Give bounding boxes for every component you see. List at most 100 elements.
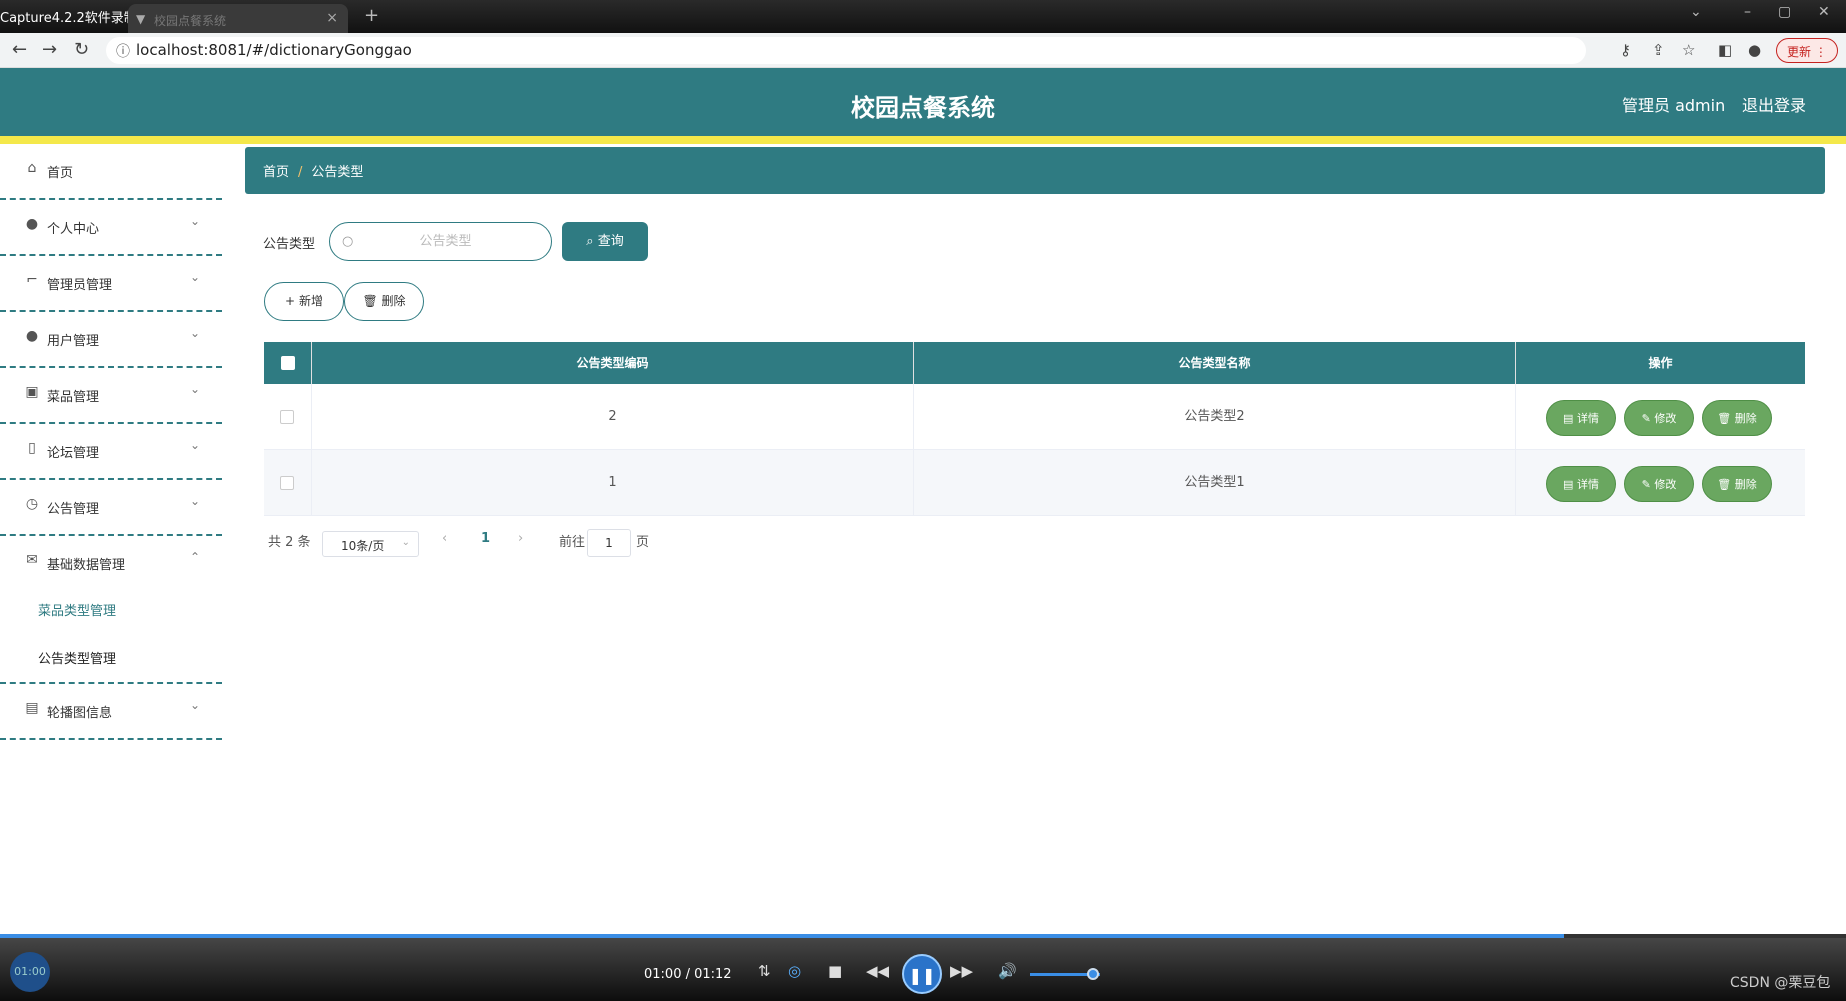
detail-label: 详情 <box>1576 412 1599 425</box>
stop-icon[interactable]: ■ <box>828 962 842 980</box>
sidebar-item-label: 轮播图信息 <box>47 706 113 721</box>
sidebar: ⌂ 首页 ● 个人中心 ⌄ ⌐ 管理员管理 ⌄ ● 用户管理 ⌄ ▣ 菜品管理 … <box>0 144 222 934</box>
time-bubble: 01:00 <box>10 952 50 992</box>
goto-page-input[interactable]: 1 <box>587 529 631 557</box>
delete-label: 删除 <box>1734 478 1757 491</box>
sidebar-item-home[interactable]: ⌂ 首页 <box>0 144 222 200</box>
browser-tabbar: Capture4.2.2软件录制 ▼ 校园点餐系统 × + ⌄ – ▢ ✕ <box>0 0 1846 33</box>
star-icon[interactable]: ☆ <box>1682 41 1695 59</box>
sidebar-item-personal[interactable]: ● 个人中心 ⌄ <box>0 200 222 256</box>
volume-icon[interactable]: 🔊 <box>998 962 1017 980</box>
sidebar-item-dishes[interactable]: ▣ 菜品管理 ⌄ <box>0 368 222 424</box>
column-header-name[interactable]: 公告类型名称 <box>914 342 1516 384</box>
cell-code: 1 <box>312 450 914 516</box>
pencil-icon: ✎ <box>1641 478 1651 491</box>
cell-name: 公告类型2 <box>914 384 1516 450</box>
forward-icon[interactable]: → <box>42 39 57 60</box>
home-icon: ⌂ <box>27 160 37 176</box>
tab-close-icon[interactable]: × <box>326 10 338 26</box>
page-number-current[interactable]: 1 <box>481 531 490 546</box>
column-header-code[interactable]: 公告类型编码 <box>312 342 914 384</box>
select-all-checkbox[interactable] <box>281 356 295 370</box>
update-button[interactable]: 更新 ⋮ <box>1776 38 1838 63</box>
sidebar-item-carousel[interactable]: ▤ 轮播图信息 ⌄ <box>0 684 222 740</box>
edit-button[interactable]: ✎ 修改 <box>1624 466 1694 502</box>
goto-suffix: 页 <box>636 535 650 550</box>
fast-forward-icon[interactable]: ▶▶ <box>950 962 973 980</box>
delete-label: 删除 <box>381 294 406 308</box>
sidebar-item-label: 个人中心 <box>47 222 100 237</box>
user-icon: ● <box>25 328 39 344</box>
search-input[interactable]: ○ 公告类型 <box>329 222 552 261</box>
browser-tab[interactable]: ▼ 校园点餐系统 × <box>128 4 348 33</box>
submenu-dish-types[interactable]: 菜品类型管理 <box>38 600 116 619</box>
breadcrumb-separator: / <box>298 165 303 180</box>
sidebar-item-label: 基础数据管理 <box>47 558 126 573</box>
share-icon[interactable]: ⇪ <box>1652 41 1665 59</box>
site-info-icon[interactable]: ⓘ <box>116 41 130 61</box>
url-field[interactable]: ⓘ localhost:8081/#/dictionaryGonggao <box>106 37 1586 64</box>
pause-icon[interactable]: ❚❚ <box>902 954 942 994</box>
volume-knob[interactable] <box>1087 968 1099 980</box>
chevron-down-icon: ⌄ <box>189 214 200 228</box>
submenu-notice-types[interactable]: 公告类型管理 <box>38 648 116 667</box>
sidepanel-icon[interactable]: ◧ <box>1718 41 1732 59</box>
document-icon: ▤ <box>1563 412 1574 425</box>
plus-icon: + <box>285 294 296 308</box>
sidebar-item-users[interactable]: ● 用户管理 ⌄ <box>0 312 222 368</box>
reload-icon[interactable]: ↻ <box>74 39 89 60</box>
chevron-down-icon[interactable]: ⌄ <box>1690 4 1702 20</box>
row-checkbox[interactable] <box>280 410 294 424</box>
loop-icon[interactable]: ◎ <box>788 962 801 980</box>
user-icon: ● <box>25 216 39 232</box>
key-icon[interactable]: ⚷ <box>1620 41 1631 59</box>
goto-prefix: 前往 <box>559 535 586 550</box>
sidebar-item-forum[interactable]: ▯ 论坛管理 ⌄ <box>0 424 222 480</box>
detail-button[interactable]: ▤ 详情 <box>1546 466 1616 502</box>
sidebar-item-label: 公告管理 <box>47 502 100 517</box>
table-header: 公告类型编码 公告类型名称 操作 <box>264 342 1805 384</box>
new-tab-icon[interactable]: + <box>364 5 379 26</box>
logout-link[interactable]: 退出登录 <box>1742 92 1806 116</box>
watermark: CSDN @栗豆包 <box>1730 975 1831 991</box>
sidebar-item-notices[interactable]: ◷ 公告管理 ⌄ <box>0 480 222 536</box>
edit-button[interactable]: ✎ 修改 <box>1624 400 1694 436</box>
window-close-icon[interactable]: ✕ <box>1818 4 1830 20</box>
url-text: localhost:8081/#/dictionaryGonggao <box>136 41 412 59</box>
pagination-total: 共 2 条 <box>268 535 311 550</box>
query-button[interactable]: ⌕ 查询 <box>562 222 648 261</box>
sidebar-item-label: 论坛管理 <box>47 446 100 461</box>
document-icon: ▤ <box>1563 478 1574 491</box>
back-icon[interactable]: ← <box>12 39 27 60</box>
batch-delete-button[interactable]: 🗑 删除 <box>344 282 424 321</box>
row-checkbox[interactable] <box>280 476 294 490</box>
add-button[interactable]: + 新增 <box>264 282 344 321</box>
sidebar-item-admin[interactable]: ⌐ 管理员管理 ⌄ <box>0 256 222 312</box>
crop-icon: ⌐ <box>26 272 38 288</box>
maximize-icon[interactable]: ▢ <box>1778 4 1791 20</box>
prev-page-icon[interactable]: ‹ <box>442 531 447 546</box>
detail-button[interactable]: ▤ 详情 <box>1546 400 1616 436</box>
tab-title: 校园点餐系统 <box>154 14 227 28</box>
delete-button[interactable]: 🗑 删除 <box>1702 400 1772 436</box>
page-size-select[interactable]: 10条/页 ⌄ <box>322 531 419 557</box>
profile-icon[interactable]: ● <box>1748 41 1761 59</box>
app-header: 校园点餐系统 管理员 admin 退出登录 <box>0 68 1846 136</box>
breadcrumb: 首页 / 公告类型 <box>245 147 1825 194</box>
search-icon: ⌕ <box>586 234 594 249</box>
trash-icon: 🗑 <box>1717 412 1732 425</box>
rewind-icon[interactable]: ◀◀ <box>866 962 889 980</box>
search-icon: ○ <box>342 234 354 249</box>
row-select-cell <box>264 450 312 516</box>
repeat-icon[interactable]: ⇅ <box>758 962 771 980</box>
breadcrumb-home[interactable]: 首页 <box>263 165 289 180</box>
minimize-icon[interactable]: – <box>1744 4 1751 20</box>
recorder-label: Capture4.2.2软件录制 <box>0 11 137 26</box>
clipboard-icon: ▣ <box>25 384 39 400</box>
delete-button[interactable]: 🗑 删除 <box>1702 466 1772 502</box>
cell-actions: ▤ 详情 ✎ 修改 🗑 删除 <box>1516 450 1805 516</box>
mail-icon: ✉ <box>26 552 38 568</box>
next-page-icon[interactable]: › <box>518 531 523 546</box>
video-progress[interactable] <box>0 934 1846 938</box>
sidebar-item-basic-data[interactable]: ✉ 基础数据管理 ⌃ 菜品类型管理 公告类型管理 <box>0 536 222 684</box>
